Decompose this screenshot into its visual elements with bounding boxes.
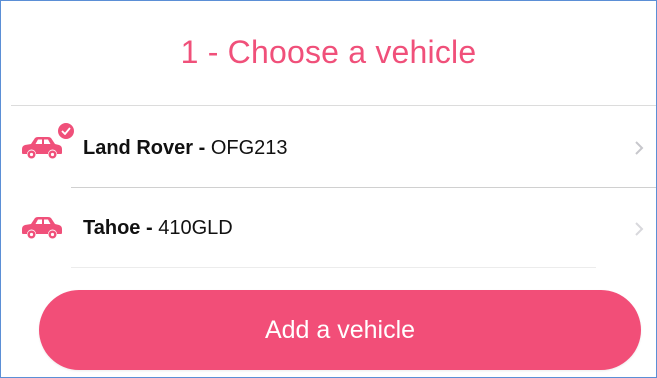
vehicle-row-tahoe[interactable]: Tahoe - 410GLD <box>1 189 656 269</box>
car-icon <box>21 135 63 161</box>
vehicle-separator: - <box>193 137 211 159</box>
chevron-right-icon <box>634 222 644 236</box>
vehicle-plate: 410GLD <box>158 217 233 239</box>
title-divider <box>11 105 656 106</box>
selected-check-icon <box>57 122 75 140</box>
vehicle-separator: - <box>140 217 159 239</box>
vehicle-label: Tahoe - 410GLD <box>83 217 233 240</box>
row-divider <box>71 267 596 268</box>
vehicle-picker-panel: 1 - Choose a vehicle Land Rover - OFG213 <box>0 0 657 378</box>
vehicle-label: Land Rover - OFG213 <box>83 137 288 160</box>
chevron-right-icon <box>634 141 644 155</box>
row-divider <box>71 187 656 188</box>
vehicle-name: Tahoe <box>83 217 141 239</box>
add-vehicle-button[interactable]: Add a vehicle <box>39 290 641 370</box>
vehicle-plate: OFG213 <box>210 137 288 159</box>
car-icon <box>21 215 63 241</box>
vehicle-row-land-rover[interactable]: Land Rover - OFG213 <box>1 108 656 188</box>
page-title: 1 - Choose a vehicle <box>180 34 477 70</box>
vehicle-name: Land Rover <box>83 137 194 159</box>
